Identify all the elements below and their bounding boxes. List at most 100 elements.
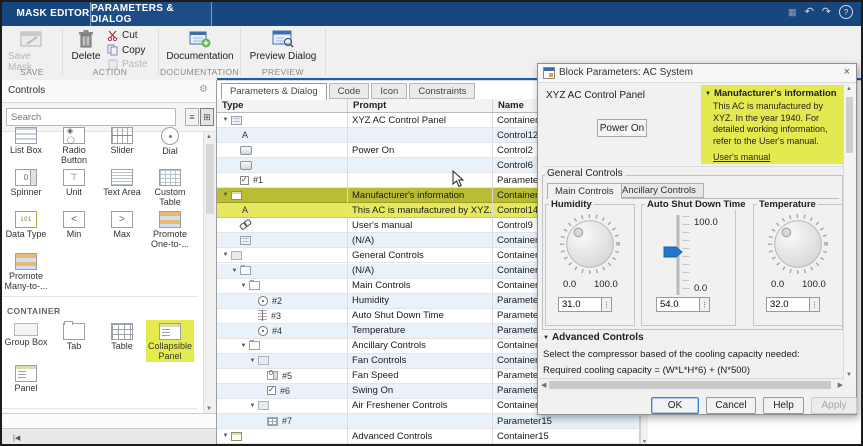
row-prompt: General Controls — [348, 248, 493, 263]
panel-collapse-bar[interactable]: |◀ — [0, 428, 216, 446]
advanced-controls-header[interactable]: ▼Advanced Controls — [543, 332, 644, 343]
temperature-input[interactable] — [766, 297, 810, 312]
mask-editor-window: MASK EDITOR PARAMETERS & DIALOG ▦ ↶ ↷ ? … — [0, 0, 863, 446]
palette-item-table[interactable]: Table — [98, 320, 146, 362]
palette-item-max[interactable]: Max — [98, 208, 146, 250]
row-prompt: Fan Controls — [348, 354, 493, 369]
editor-tab-code[interactable]: Code — [329, 83, 370, 99]
scroll-up-icon[interactable]: ▲ — [206, 134, 212, 140]
scroll-down-icon[interactable]: ▼ — [642, 439, 647, 445]
palette-item-text-area[interactable]: Text Area — [98, 166, 146, 208]
palette-item-label: Data Type — [6, 230, 47, 240]
help-button[interactable]: Help — [763, 397, 804, 414]
palette-item-dial[interactable]: Dial — [146, 124, 194, 166]
expander-icon[interactable]: ▼ — [220, 433, 231, 439]
scrollbar-thumb[interactable] — [549, 381, 831, 389]
palette-item-tab[interactable]: Tab — [50, 320, 98, 362]
expander-icon[interactable]: ▼ — [220, 192, 231, 198]
scroll-down-icon[interactable]: ▼ — [846, 372, 852, 378]
users-manual-link[interactable]: User's manual — [713, 152, 770, 162]
row-badge: #4 — [272, 326, 282, 336]
expander-icon[interactable]: ▼ — [220, 117, 231, 123]
palette-item-panel[interactable]: Panel — [2, 362, 50, 404]
editor-tab-parameters-dialog[interactable]: Parameters & Dialog — [221, 83, 327, 100]
humidity-stepper[interactable]: ⋮ — [602, 297, 612, 312]
grid-view-icon[interactable]: ⊞ — [200, 108, 214, 126]
power-on-button[interactable]: Power On — [597, 119, 647, 137]
dialog-vertical-scrollbar[interactable]: ▲ ▼ — [843, 84, 855, 380]
preview-dialog-button[interactable]: Preview Dialog — [246, 29, 320, 62]
panel-icon — [231, 116, 242, 125]
palette-item-list-box[interactable]: List Box — [2, 124, 50, 166]
expander-icon[interactable]: ▼ — [220, 252, 231, 258]
scrollbar-thumb[interactable] — [206, 144, 214, 214]
expander-icon[interactable]: ▼ — [229, 268, 240, 274]
row-badge: #7 — [282, 416, 292, 426]
palette-item-radio-button[interactable]: Radio Button — [50, 124, 98, 166]
temperature-stepper[interactable]: ⋮ — [810, 297, 820, 312]
palette-item-promote-one-to-[interactable]: Promote One-to-... — [146, 208, 194, 250]
apply-button[interactable]: Apply — [811, 397, 857, 414]
tab-mask-editor[interactable]: MASK EDITOR — [14, 0, 92, 26]
row-prompt: Main Controls — [348, 279, 493, 294]
temperature-dial[interactable] — [767, 213, 829, 275]
humidity-dial[interactable] — [559, 213, 621, 275]
palette-scrollbar[interactable]: ▲ ▼ — [203, 132, 216, 414]
scroll-right-icon[interactable]: ▶ — [838, 381, 843, 389]
palette-item-label: Max — [113, 230, 130, 240]
palette-item-unit[interactable]: Unit — [50, 166, 98, 208]
tree-row[interactable]: ▼Advanced ControlsContainer15 — [217, 429, 640, 444]
ok-button[interactable]: OK — [651, 397, 699, 414]
collapse-left-icon[interactable]: |◀ — [13, 434, 20, 442]
icon-tab — [63, 323, 85, 340]
tab-parameters-dialog[interactable]: PARAMETERS & DIALOG — [90, 0, 212, 26]
scrollbar-thumb[interactable] — [846, 97, 853, 153]
tree-row[interactable]: #7Parameter15 — [217, 414, 640, 429]
manufacturer-info-text: This AC is manufactured by XYZ. In the y… — [713, 101, 842, 147]
scroll-left-icon[interactable]: ◀ — [541, 381, 546, 389]
delete-button[interactable]: Delete — [68, 29, 104, 62]
scroll-up-icon[interactable]: ▲ — [846, 86, 852, 92]
cancel-button[interactable]: Cancel — [706, 397, 756, 414]
palette-item-slider[interactable]: Slider — [98, 124, 146, 166]
humidity-input[interactable] — [558, 297, 602, 312]
toolbar-separator — [325, 29, 326, 75]
collapsible-panel-header[interactable]: ▼Manufacturer's information — [705, 88, 842, 99]
row-prompt: XYZ AC Control Panel — [348, 113, 493, 128]
tab-main-controls[interactable]: Main Controls — [547, 183, 622, 199]
row-prompt: User's manual — [348, 218, 493, 233]
documentation-button[interactable]: Documentation — [163, 29, 237, 62]
palette-item-min[interactable]: Min — [50, 208, 98, 250]
palette-item-collapsible-panel[interactable]: Collapsible Panel — [146, 320, 194, 362]
editor-tab-icon[interactable]: Icon — [371, 83, 407, 99]
icon-slider — [111, 127, 133, 144]
auto-shut-down-input[interactable] — [656, 297, 700, 312]
expander-icon[interactable]: ▼ — [238, 283, 249, 289]
collapsible-panel-icon — [231, 191, 242, 200]
cut-button[interactable]: Cut — [107, 30, 138, 41]
undo-icon[interactable]: ↶ — [805, 4, 814, 20]
palette-item-data-type[interactable]: Data Type — [2, 208, 50, 250]
palette-item-label: Table — [111, 342, 133, 352]
close-icon[interactable]: × — [844, 66, 850, 78]
tab-ancillary-controls[interactable]: Ancillary Controls — [614, 183, 704, 198]
palette-item-group-box[interactable]: Group Box — [2, 320, 50, 362]
auto-shut-down-stepper[interactable]: ⋮ — [700, 297, 710, 312]
expander-icon[interactable]: ▼ — [247, 403, 258, 409]
expander-icon[interactable]: ▼ — [238, 343, 249, 349]
gear-icon[interactable]: ⚙ — [199, 84, 208, 95]
palette-item-custom-table[interactable]: Custom Table — [146, 166, 194, 208]
palette-item-spinner[interactable]: Spinner — [2, 166, 50, 208]
redo-icon[interactable]: ↷ — [822, 4, 831, 20]
editor-tab-constraints[interactable]: Constraints — [409, 83, 475, 99]
groupbox-icon — [258, 401, 269, 410]
copy-button[interactable]: Copy — [107, 44, 145, 56]
mask-icon[interactable]: ▦ — [788, 4, 797, 20]
scroll-down-icon[interactable]: ▼ — [206, 406, 212, 412]
icon-collapsible — [159, 323, 181, 340]
help-icon[interactable]: ? — [839, 5, 853, 19]
palette-item-promote-many-to-[interactable]: Promote Many-to-... — [2, 250, 50, 292]
expander-icon[interactable]: ▼ — [247, 358, 258, 364]
dialog-titlebar[interactable]: Block Parameters: AC System × — [538, 64, 856, 83]
dialog-horizontal-scrollbar[interactable]: ◀ ▶ — [539, 378, 845, 391]
